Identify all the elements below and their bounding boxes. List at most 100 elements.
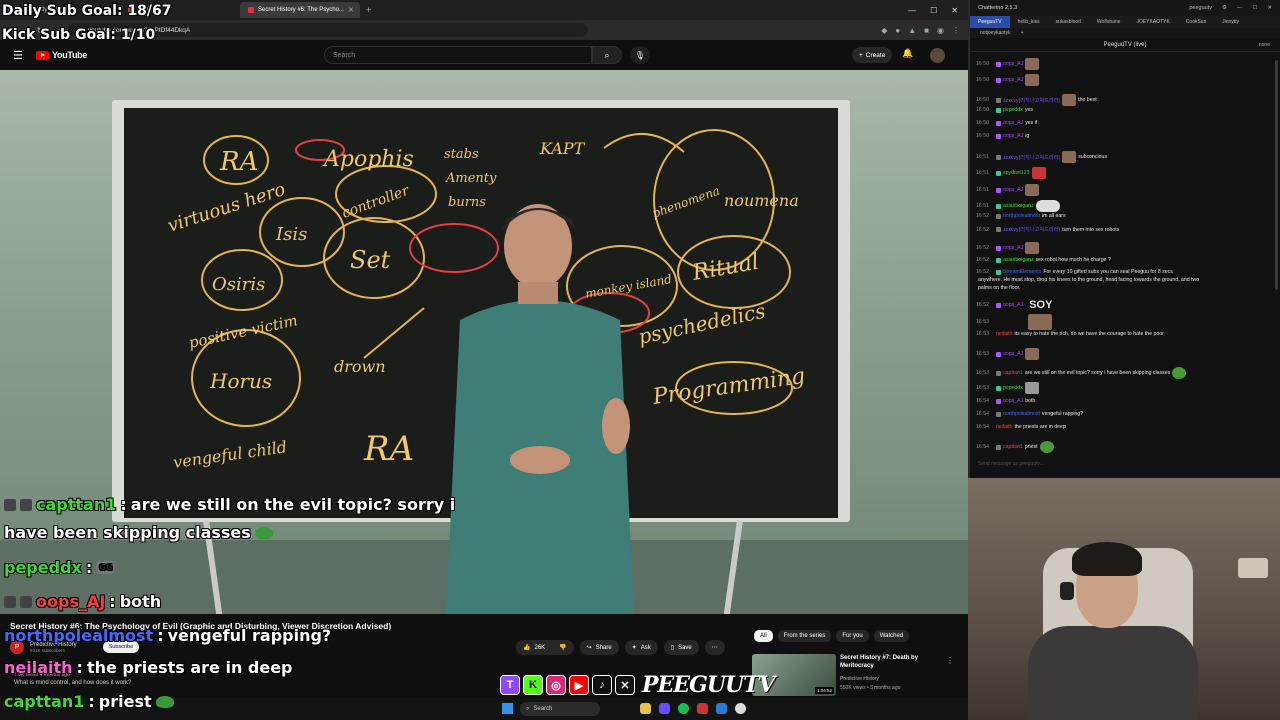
chat-tab[interactable]: Jinnytty	[1214, 16, 1247, 28]
maximize-icon[interactable]: ☐	[930, 6, 937, 15]
chat-user[interactable]: oops_AJ	[1003, 120, 1023, 126]
chat-user[interactable]: StreamElements	[1003, 269, 1041, 275]
maximize-icon[interactable]: ☐	[1252, 5, 1257, 11]
close-icon[interactable]: ✕	[951, 6, 958, 15]
timestamp: 16:53	[976, 331, 989, 337]
timestamp: 16:51	[976, 154, 989, 160]
chat-input[interactable]: Send message as peeguutv...	[974, 458, 1274, 470]
settings-icon[interactable]: ⚙	[1222, 5, 1227, 11]
chat-scrollbar[interactable]	[1275, 60, 1278, 290]
extensions-bar: ◆ ● ▲ ■ ◉ ⋮	[881, 26, 968, 35]
chat-user[interactable]: zzxcvy(러지나고쳐드리라)	[1003, 154, 1060, 161]
chat-user[interactable]: northpolealmost	[1003, 411, 1040, 417]
chat-user[interactable]: oops_AJ	[1003, 61, 1023, 67]
timestamp: 16:52	[976, 245, 989, 251]
chat-user[interactable]: neilaith	[996, 331, 1012, 337]
chat-user[interactable]: northpolealmost	[1003, 213, 1040, 219]
search-button[interactable]: ⌕	[592, 46, 622, 64]
chat-tab[interactable]: sukasblood	[1048, 16, 1089, 28]
chat-tab[interactable]: notjoeykaotyk	[980, 30, 1011, 36]
chrome-icon[interactable]	[735, 703, 746, 714]
chat-modes[interactable]: none	[1259, 42, 1270, 48]
chatterino-user[interactable]: peeguutv	[1189, 5, 1212, 11]
timestamp: 16:53	[976, 319, 989, 325]
youtube-logo[interactable]: YouTube	[36, 50, 87, 60]
windows-start-icon[interactable]	[502, 703, 513, 714]
voice-search-button[interactable]: 🎙	[630, 46, 650, 64]
chat-user[interactable]: zzxcvy(러지나고쳐드리라)	[1003, 97, 1060, 104]
app-icon[interactable]	[716, 703, 727, 714]
add-tab-icon[interactable]: +	[1021, 30, 1024, 36]
headphone-icon	[1060, 582, 1074, 600]
app-icon[interactable]	[697, 703, 708, 714]
chat-user[interactable]: capttan1	[1003, 370, 1023, 376]
chat-tab[interactable]: hello_kiss	[1010, 16, 1048, 28]
chat-user[interactable]: oops_AJ	[1003, 398, 1023, 404]
chat-user[interactable]: neilaith	[996, 424, 1012, 430]
chat-message: 16:52 oops_AJ	[976, 242, 1040, 254]
chat-user[interactable]: capttan1	[1003, 444, 1023, 450]
titlebar-controls: peeguutv ⚙ — ☐ ✕	[1189, 5, 1280, 11]
chip-for-you[interactable]: For you	[836, 630, 869, 642]
account-avatar[interactable]	[930, 48, 945, 63]
hamburger-menu-icon[interactable]: ☰	[0, 49, 36, 62]
extension-icon[interactable]: ◉	[937, 26, 944, 35]
chat-user[interactable]: pepeddx	[1003, 385, 1023, 391]
chat-tab[interactable]: PeeguuTV	[970, 16, 1010, 28]
chip-watched[interactable]: Watched	[873, 630, 910, 642]
chip-all[interactable]: All	[754, 630, 773, 642]
ask-button[interactable]: ✦ Ask	[624, 640, 658, 655]
menu-dots-icon[interactable]: ⋮	[952, 26, 960, 35]
overlay-chat-text: have been skipping classes	[4, 523, 251, 542]
chat-message: 16:53 capttan1 are we still on the evil to…	[976, 367, 1187, 379]
chat-user[interactable]: oops_AJ	[1003, 302, 1023, 308]
taskbar-search[interactable]: ⌕ Search	[520, 702, 600, 716]
spotify-icon[interactable]	[678, 703, 689, 714]
create-button[interactable]: + Create	[852, 47, 893, 63]
recommended-title[interactable]: Secret History #7: Death by Meritocracy	[840, 655, 940, 671]
chat-user[interactable]: oops_AJ	[1003, 245, 1023, 251]
description-text[interactable]: What is mind control, and how does it wo…	[14, 680, 131, 686]
more-actions-button[interactable]: ⋯	[704, 640, 725, 655]
chat-user[interactable]: oops_AJ	[1003, 77, 1023, 83]
browser-tab-video[interactable]: Secret History #6: The Psycho... ✕	[240, 2, 360, 18]
extension-icon[interactable]: ▲	[908, 26, 916, 35]
extension-icon[interactable]: ■	[924, 26, 929, 35]
like-button[interactable]: 👍 26K 👎	[516, 640, 574, 655]
timestamp: 16:50	[976, 133, 989, 139]
frog-emote	[1172, 367, 1187, 379]
minimize-icon[interactable]: —	[908, 6, 916, 15]
chat-user[interactable]: asianboiganz	[1003, 257, 1034, 263]
app-icon[interactable]	[659, 703, 670, 714]
chat-user[interactable]: zzxcvy(러지나고쳐드리라)	[1003, 226, 1060, 233]
more-options-icon[interactable]: ⋮	[946, 656, 954, 665]
new-tab-button[interactable]: +	[360, 5, 377, 15]
extension-icon[interactable]: ●	[895, 26, 900, 35]
close-icon[interactable]: ✕	[1267, 5, 1272, 11]
chat-message: 16:52 northpolealmost im all ears	[976, 213, 1066, 219]
dislike-icon[interactable]: 👎	[559, 644, 566, 651]
chip-from-series[interactable]: From the series	[777, 630, 832, 642]
chat-user[interactable]: asianboiganz	[1003, 203, 1034, 209]
notifications-bell-icon[interactable]: 🔔	[902, 48, 913, 59]
chat-user[interactable]: oops_AJ	[1003, 351, 1023, 357]
chat-tab[interactable]: Wolfsbane	[1089, 16, 1129, 28]
close-tab-icon[interactable]: ✕	[348, 6, 354, 14]
chat-user[interactable]: oops_AJ	[1003, 133, 1023, 139]
file-explorer-icon[interactable]	[640, 703, 651, 714]
search-input[interactable]: Search	[324, 46, 592, 64]
chat-user[interactable]: spydast123	[1003, 170, 1030, 176]
chat-user[interactable]: pepeddx	[1003, 107, 1023, 113]
share-button[interactable]: ↪ Share	[579, 640, 619, 655]
badge-icon	[996, 227, 1001, 232]
minimize-icon[interactable]: —	[1237, 5, 1243, 11]
recommended-video[interactable]: 1:04:52 Secret History #7: Death by Meri…	[752, 654, 962, 698]
chat-tab[interactable]: CookSus	[1178, 16, 1214, 28]
chat-user[interactable]: oops_AJ	[1003, 187, 1023, 193]
chat-message: 16:52 StreamElements For every 10 gifted s…	[976, 269, 1173, 275]
save-button[interactable]: ▯ Save	[663, 640, 699, 655]
extension-icon[interactable]: ◆	[881, 26, 887, 35]
badge-icon	[996, 133, 1001, 139]
twitch-icon: T	[500, 675, 520, 695]
chat-tab[interactable]: JOEYKAOTYK	[1128, 16, 1177, 28]
